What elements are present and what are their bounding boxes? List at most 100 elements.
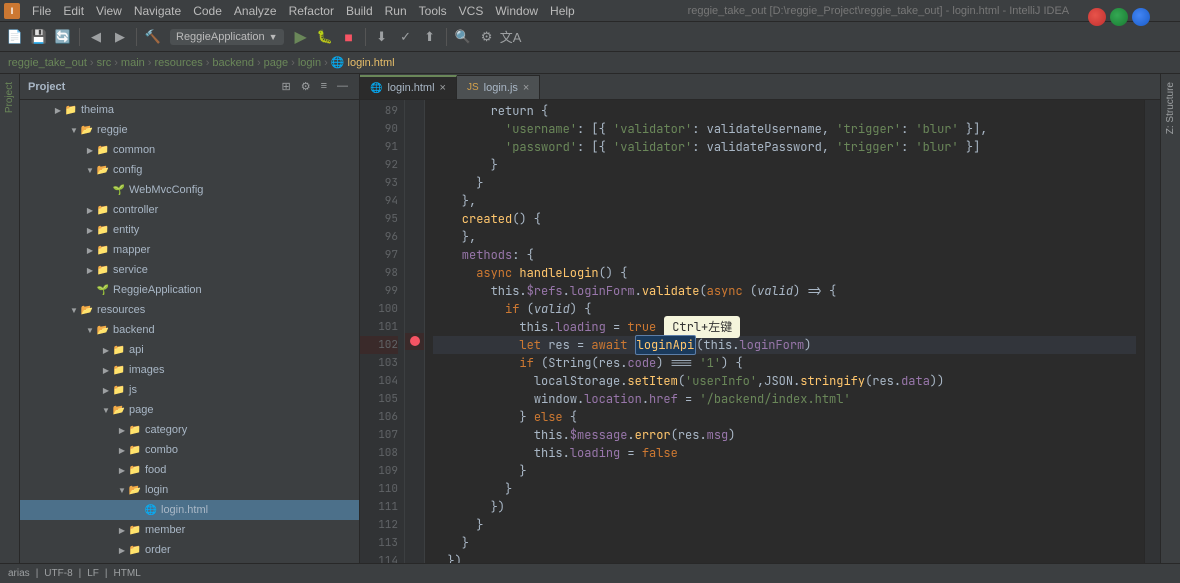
tab-close-login-js[interactable]: × <box>523 82 529 94</box>
folder-icon: 📂 <box>80 303 94 317</box>
tree-item-backend[interactable]: ▼ 📂 backend <box>20 320 359 340</box>
tree-item-mapper[interactable]: ▶ 📁 mapper <box>20 240 359 260</box>
js-file-icon: JS <box>467 82 479 93</box>
chevron-right-icon: ▶ <box>84 204 96 216</box>
tree-item-js[interactable]: ▶ 📁 js <box>20 380 359 400</box>
folder-icon: 📁 <box>128 463 142 477</box>
tree-item-api[interactable]: ▶ 📁 api <box>20 340 359 360</box>
folder-icon: 📁 <box>96 263 110 277</box>
panel-settings[interactable]: ⚙ <box>298 79 314 94</box>
tree-item-food[interactable]: ▶ 📁 food <box>20 460 359 480</box>
bottom-strip: arias | UTF-8 | LF | HTML <box>0 563 1180 583</box>
tree-item-page[interactable]: ▼ 📂 page <box>20 400 359 420</box>
tree-item-combo[interactable]: ▶ 📁 combo <box>20 440 359 460</box>
code-content[interactable]: return { 'username': [{ 'validator': val… <box>425 100 1144 563</box>
tree-item-webmvcconfig[interactable]: ▶ 🌱 WebMvcConfig <box>20 180 359 200</box>
run-config[interactable]: ReggieApplication ▼ <box>170 29 284 45</box>
menu-refactor[interactable]: Refactor <box>283 2 340 20</box>
tree-item-config[interactable]: ▼ 📂 config <box>20 160 359 180</box>
new-file-btn[interactable]: 📄 <box>4 26 26 48</box>
breadcrumb-login[interactable]: login <box>298 57 321 69</box>
menu-code[interactable]: Code <box>187 2 228 20</box>
menu-vcs[interactable]: VCS <box>453 2 490 20</box>
chevron-right-icon: ▶ <box>116 444 128 456</box>
menu-edit[interactable]: Edit <box>57 2 90 20</box>
tab-close-login-html[interactable]: × <box>440 82 446 94</box>
menu-file[interactable]: File <box>26 2 57 20</box>
tree-label: config <box>113 164 142 176</box>
panel-collapse-all[interactable]: ⊞ <box>278 79 293 94</box>
breadcrumb-main[interactable]: main <box>121 57 145 69</box>
tree-label: api <box>129 344 144 356</box>
tree-item-member[interactable]: ▶ 📁 member <box>20 520 359 540</box>
menu-build[interactable]: Build <box>340 2 379 20</box>
chrome-icon-blue[interactable] <box>1132 8 1150 26</box>
code-line-104: localStorage.setItem('userInfo',JSON.str… <box>433 372 1136 390</box>
back-btn[interactable]: ◀ <box>85 26 107 48</box>
breadcrumb-backend[interactable]: backend <box>212 57 254 69</box>
tree-item-resources[interactable]: ▼ 📂 resources <box>20 300 359 320</box>
gutter-111 <box>405 492 424 510</box>
title-bar-text: reggie_take_out [D:\reggie_Project\reggi… <box>581 5 1176 17</box>
chevron-down-icon: ▼ <box>84 164 96 176</box>
right-scrollbar-strip[interactable] <box>1144 100 1160 563</box>
save-btn[interactable]: 💾 <box>28 26 50 48</box>
tree-label: js <box>129 384 137 396</box>
translate-btn[interactable]: 文A <box>500 26 522 48</box>
tree-item-reggie[interactable]: ▼ 📂 reggie <box>20 120 359 140</box>
tree-item-entity[interactable]: ▶ 📁 entity <box>20 220 359 240</box>
tree-item-theima[interactable]: ▶ 📁 theima <box>20 100 359 120</box>
tree-item-service[interactable]: ▶ 📁 service <box>20 260 359 280</box>
breadcrumb-src[interactable]: src <box>97 57 112 69</box>
git-push-btn[interactable]: ⬆ <box>419 26 441 48</box>
panel-actions: ⊞ ⚙ ≡ — <box>278 79 351 94</box>
chrome-icon-red[interactable] <box>1088 8 1106 26</box>
forward-btn[interactable]: ▶ <box>109 26 131 48</box>
tree-item-controller[interactable]: ▶ 📁 controller <box>20 200 359 220</box>
tree-label: resources <box>97 304 145 316</box>
debug-btn[interactable]: 🐛 <box>314 26 336 48</box>
tree-item-common[interactable]: ▶ 📁 common <box>20 140 359 160</box>
git-commit-btn[interactable]: ✓ <box>395 26 417 48</box>
build-btn[interactable]: 🔨 <box>142 26 164 48</box>
tree-item-login-html[interactable]: ▶ 🌐 login.html <box>20 500 359 520</box>
tree-item-login-folder[interactable]: ▼ 📂 login <box>20 480 359 500</box>
chevron-right-icon: ▶ <box>100 364 112 376</box>
search-btn[interactable]: 🔍 <box>452 26 474 48</box>
menu-analyze[interactable]: Analyze <box>228 2 283 20</box>
breakpoint-icon[interactable] <box>410 336 420 346</box>
menu-run[interactable]: Run <box>379 2 413 20</box>
settings-btn[interactable]: ⚙ <box>476 26 498 48</box>
git-update-btn[interactable]: ⬇ <box>371 26 393 48</box>
structure-strip-label[interactable]: Z: Structure <box>1165 78 1176 138</box>
chevron-right-icon: ▶ <box>100 344 112 356</box>
tree-item-images[interactable]: ▶ 📁 images <box>20 360 359 380</box>
menu-window[interactable]: Window <box>489 2 544 20</box>
status-encoding: UTF-8 <box>44 568 72 579</box>
chevron-right-icon: ▶ <box>84 264 96 276</box>
menu-tools[interactable]: Tools <box>413 2 453 20</box>
breadcrumb-resources[interactable]: resources <box>154 57 202 69</box>
breadcrumb-reggie-take-out[interactable]: reggie_take_out <box>8 57 87 69</box>
tree-item-category[interactable]: ▶ 📁 category <box>20 420 359 440</box>
sync-btn[interactable]: 🔄 <box>52 26 74 48</box>
toolbar: 📄 💾 🔄 ◀ ▶ 🔨 ReggieApplication ▼ ▶ 🐛 ■ ⬇ … <box>0 22 1180 52</box>
project-strip-label[interactable]: Project <box>4 78 15 117</box>
chrome-icon-green[interactable] <box>1110 8 1128 26</box>
tree-label: theima <box>81 104 114 116</box>
tree-item-reggieapplication[interactable]: ▶ 🌱 ReggieApplication <box>20 280 359 300</box>
panel-gear[interactable]: ≡ <box>318 79 330 94</box>
menu-navigate[interactable]: Navigate <box>128 2 187 20</box>
menu-help[interactable]: Help <box>544 2 581 20</box>
stop-btn[interactable]: ■ <box>338 26 360 48</box>
gutter <box>405 100 425 563</box>
panel-close[interactable]: — <box>334 79 351 94</box>
menu-view[interactable]: View <box>90 2 128 20</box>
code-line-106: } else { <box>433 408 1136 426</box>
tab-login-html[interactable]: 🌐 login.html × <box>360 75 457 99</box>
breadcrumb-page[interactable]: page <box>264 57 288 69</box>
tab-login-js[interactable]: JS login.js × <box>457 75 540 99</box>
html-file-icon: 🌐 <box>370 83 382 94</box>
tree-item-order[interactable]: ▶ 📁 order <box>20 540 359 560</box>
run-btn[interactable]: ▶ <box>290 26 312 48</box>
